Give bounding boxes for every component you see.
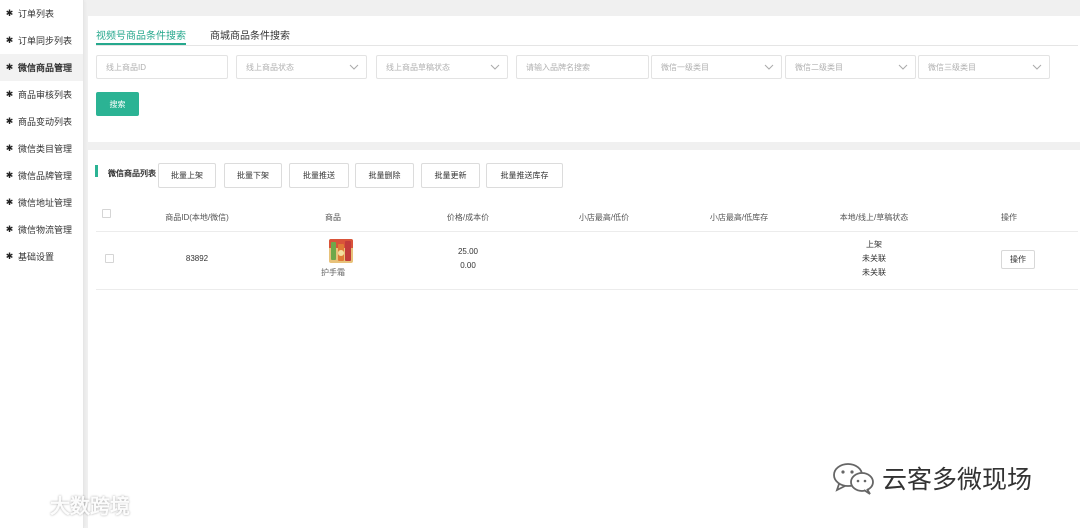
sidebar-item-label: 微信品牌管理 [18,171,73,181]
wechat-bubbles-icon [8,493,41,516]
tab-video-products-search[interactable]: 视频号商品条件搜索 [96,24,186,45]
sidebar-item-label: 基础设置 [18,252,55,262]
batch-off-shelf-button[interactable]: 批量下架 [224,163,282,188]
gear-icon: ✱ [5,170,14,180]
product-cost: 0.00 [460,261,476,270]
table-header: 商品ID(本地/微信) 商品 价格/成本价 小店最高/低价 小店最高/低库存 本… [96,202,1078,232]
select-placeholder: 微信二级类目 [795,62,843,72]
product-id: 83892 [185,254,209,263]
sidebar-item-basic-settings[interactable]: ✱ 基础设置 [0,243,83,270]
sidebar-item-wechat-products[interactable]: ✱ 微信商品管理 [0,54,83,81]
column-header-id: 商品ID(本地/微信) [165,213,229,222]
column-header-shop-price: 小店最高/低价 [578,213,630,222]
search-tabs: 视频号商品条件搜索 商城商品条件搜索 [96,24,1078,46]
tab-mall-products-search[interactable]: 商城商品条件搜索 [210,24,290,45]
select-placeholder: 微信一级类目 [661,62,709,72]
batch-on-shelf-button[interactable]: 批量上架 [158,163,216,188]
gear-icon: ✱ [5,35,14,45]
list-title: 微信商品列表 [108,169,156,178]
sidebar-item-label: 商品审核列表 [18,90,73,100]
search-button[interactable]: 搜索 [96,92,139,116]
sidebar-item-wechat-brands[interactable]: ✱ 微信品牌管理 [0,162,83,189]
gear-icon: ✱ [5,62,14,72]
draft-status-select[interactable]: 线上商品草稿状态 [376,55,508,79]
chevron-down-icon [490,64,500,70]
sidebar-item-orders[interactable]: ✱ 订单列表 [0,0,83,27]
status-local: 上架 [866,240,882,249]
sidebar-item-product-changes[interactable]: ✱ 商品变动列表 [0,108,83,135]
sidebar: ✱ 订单列表 ✱ 订单同步列表 ✱ 微信商品管理 ✱ 商品审核列表 ✱ 商品变动列表 ✱ 微… [0,0,84,528]
product-status-select[interactable]: 线上商品状态 [236,55,367,79]
sidebar-item-label: 微信类目管理 [18,144,73,154]
status-draft: 未关联 [862,268,886,277]
divider [88,4,1080,16]
gear-icon: ✱ [5,143,14,153]
select-placeholder: 线上商品状态 [246,62,294,72]
batch-update-button[interactable]: 批量更新 [421,163,480,188]
chevron-down-icon [1032,64,1042,70]
batch-push-button[interactable]: 批量推送 [289,163,349,188]
category-1-select[interactable]: 微信一级类目 [651,55,782,79]
brand-name-input[interactable] [516,55,649,79]
select-placeholder: 线上商品草稿状态 [386,62,450,72]
gear-icon: ✱ [5,8,14,18]
product-image [329,239,353,263]
sidebar-item-order-sync[interactable]: ✱ 订单同步列表 [0,27,83,54]
gear-icon: ✱ [5,116,14,126]
chevron-down-icon [898,64,908,70]
sidebar-item-label: 微信地址管理 [18,198,73,208]
sidebar-item-label: 订单列表 [18,9,55,19]
watermark-left: 大数跨境 [8,490,130,519]
row-checkbox[interactable] [105,254,114,263]
sidebar-item-product-review[interactable]: ✱ 商品审核列表 [0,81,83,108]
column-header-product: 商品 [325,213,341,222]
category-3-select[interactable]: 微信三级类目 [918,55,1050,79]
wechat-logo-icon [833,463,874,495]
sidebar-item-label: 微信商品管理 [18,63,73,73]
gear-icon: ✱ [5,197,14,207]
column-header-price: 价格/成本价 [446,213,490,222]
sidebar-item-label: 商品变动列表 [18,117,73,127]
status-online: 未关联 [862,254,886,263]
watermark-right: 云客多微现场 [832,460,1032,496]
search-panel: 视频号商品条件搜索 商城商品条件搜索 线上商品状态 线上商品草稿状态 微信一级类… [88,4,1080,142]
category-2-select[interactable]: 微信二级类目 [785,55,916,79]
watermark-right-text: 云客多微现场 [882,466,1033,494]
sidebar-item-wechat-logistics[interactable]: ✱ 微信物流管理 [0,216,83,243]
watermark-left-text: 大数跨境 [50,496,130,518]
brand-name-field[interactable] [526,62,648,72]
table-row: 83892 护手霜 25.00 0.00 上架 未关联 未关联 操作 [96,232,1078,290]
title-accent-bar [95,165,98,177]
sidebar-item-wechat-addresses[interactable]: ✱ 微信地址管理 [0,189,83,216]
select-placeholder: 微信三级类目 [928,62,976,72]
select-all-checkbox[interactable] [102,209,111,218]
sidebar-item-label: 微信物流管理 [18,225,73,235]
batch-delete-button[interactable]: 批量删除 [355,163,414,188]
batch-push-stock-button[interactable]: 批量推送库存 [486,163,563,188]
column-header-action: 操作 [1001,213,1017,222]
product-id-input[interactable] [96,55,228,79]
sidebar-item-label: 订单同步列表 [18,36,73,46]
gear-icon: ✱ [5,251,14,261]
gear-icon: ✱ [5,224,14,234]
chevron-down-icon [349,64,359,70]
column-header-status: 本地/线上/草稿状态 [839,213,909,222]
column-header-shop-stock: 小店最高/低库存 [709,213,769,222]
product-price: 25.00 [457,247,479,256]
product-id-field[interactable] [106,62,227,72]
row-action-button[interactable]: 操作 [1001,250,1035,269]
product-name: 护手霜 [321,268,345,277]
sidebar-item-wechat-categories[interactable]: ✱ 微信类目管理 [0,135,83,162]
product-thumbnail[interactable] [329,239,353,263]
gear-icon: ✱ [5,89,14,99]
chevron-down-icon [764,64,774,70]
